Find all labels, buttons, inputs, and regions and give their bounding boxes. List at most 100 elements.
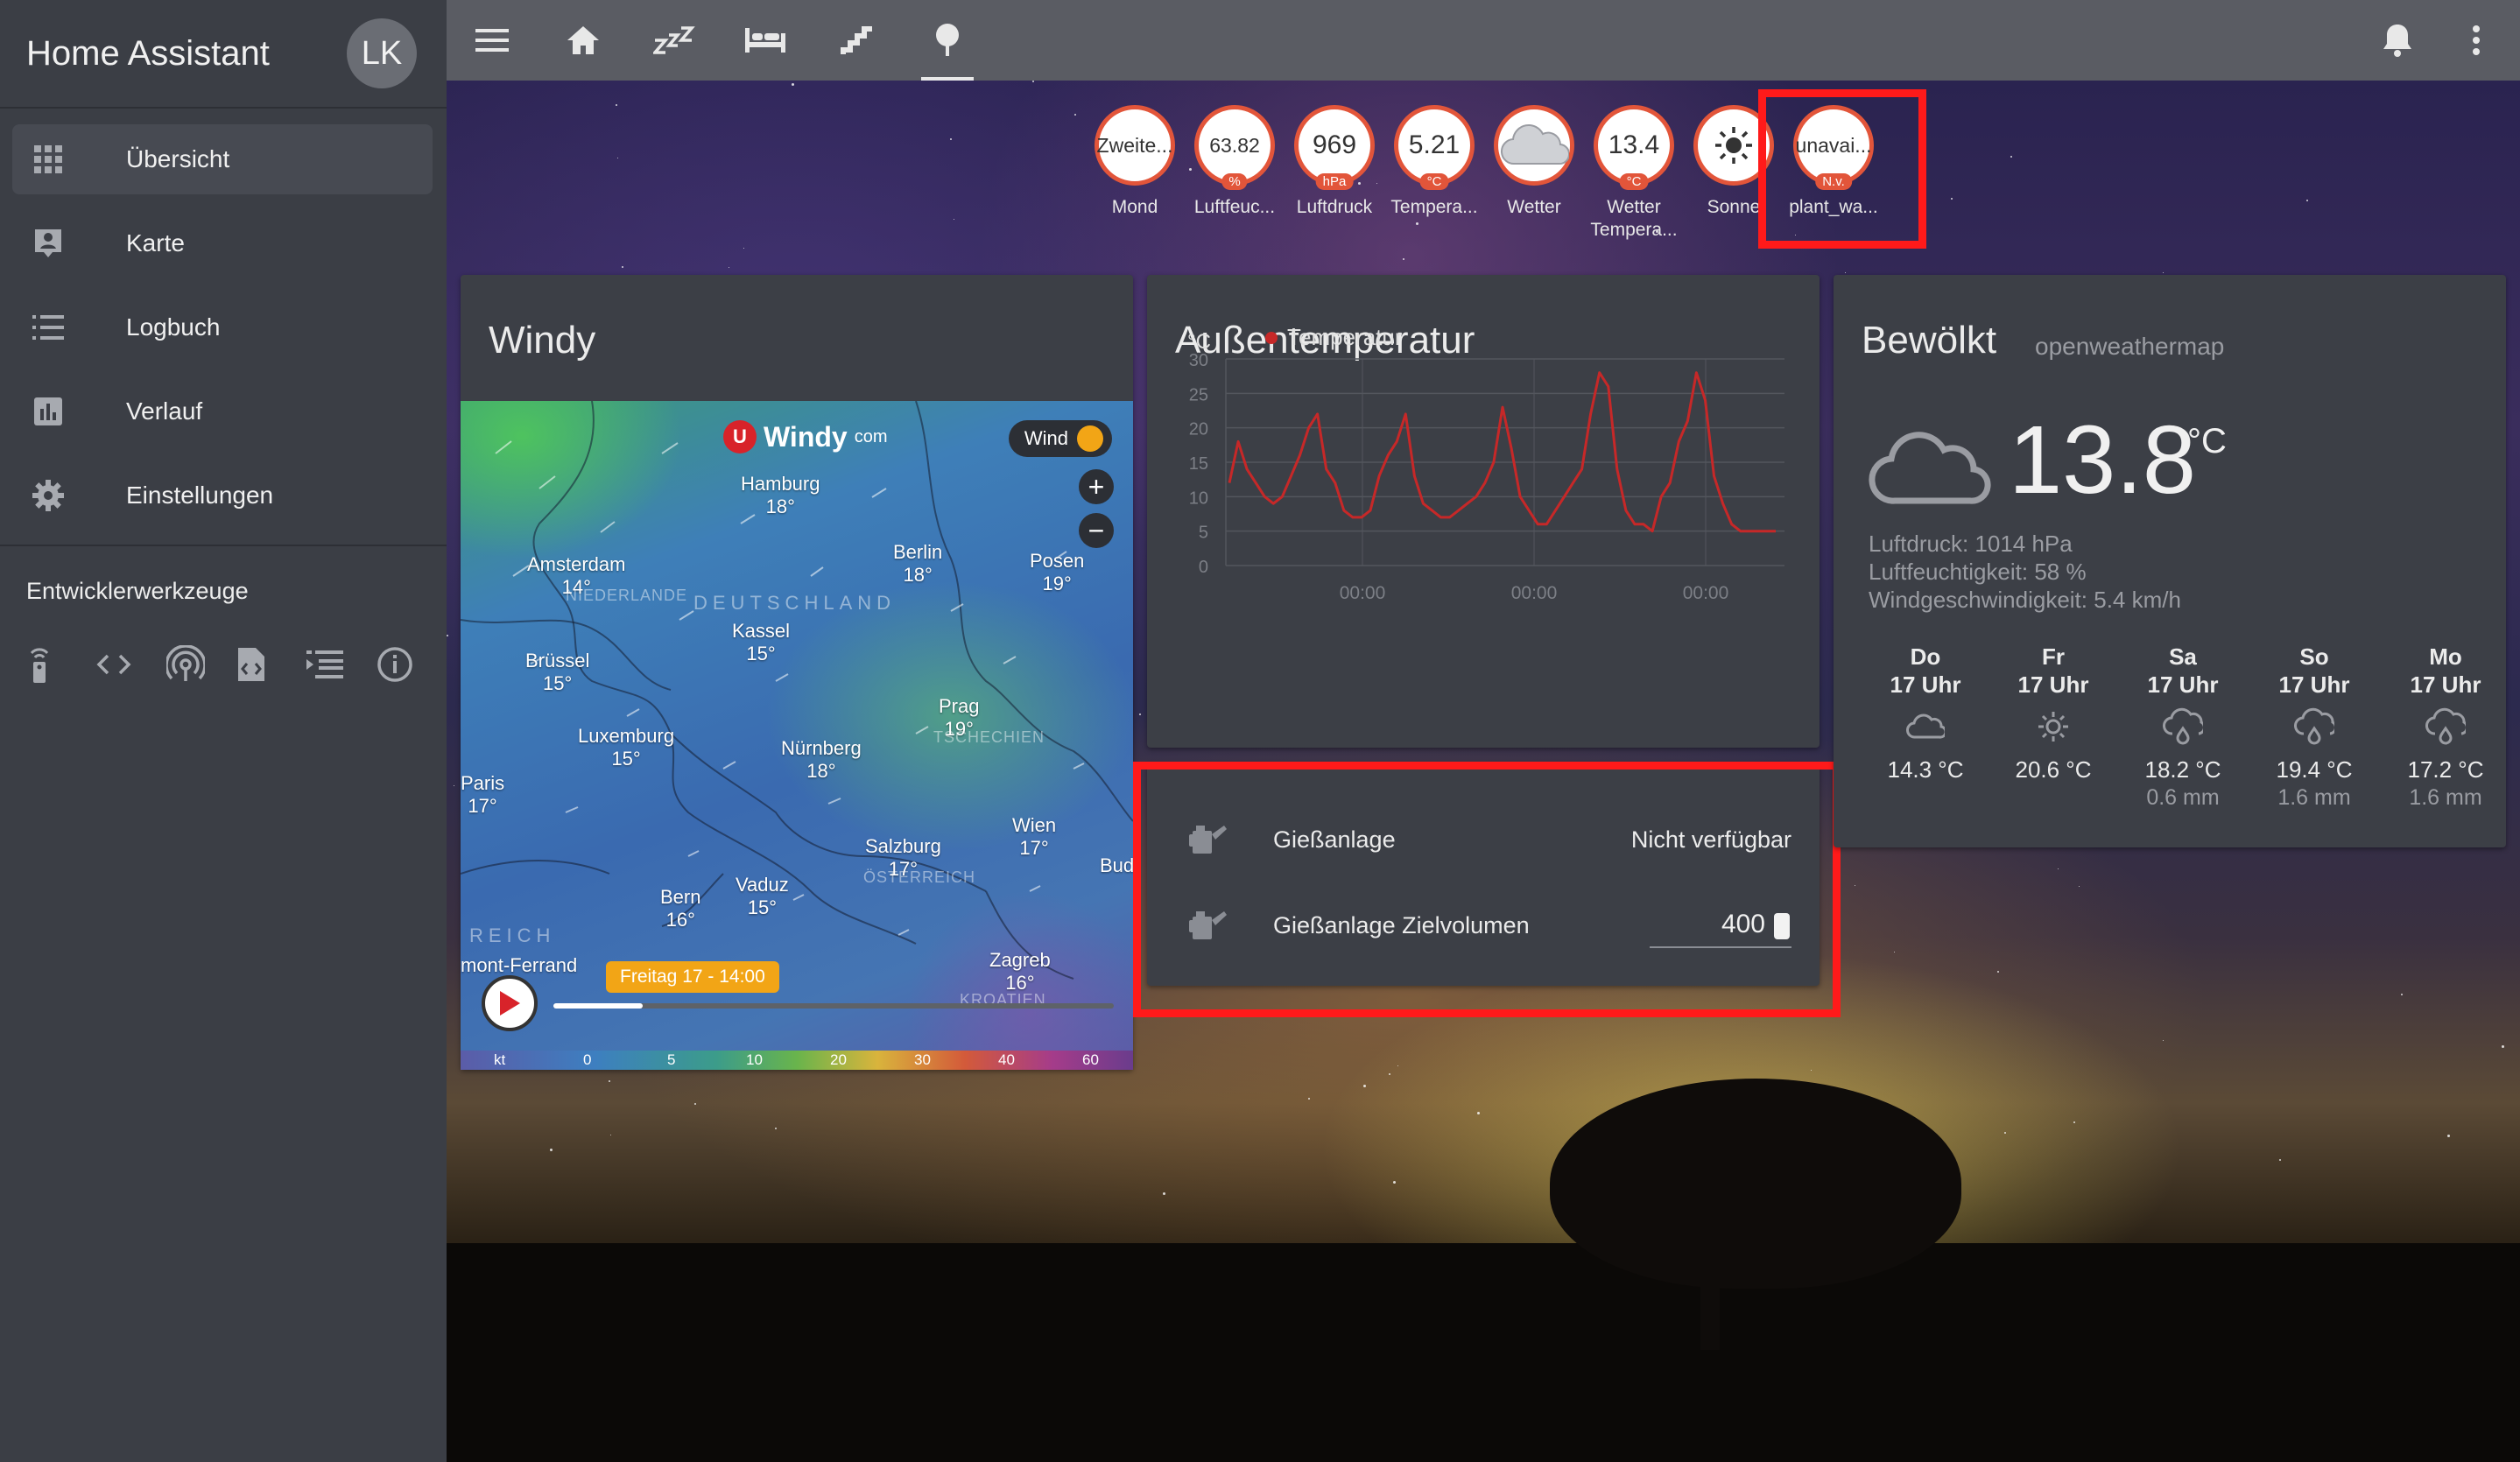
sidebar-item-label: Logbuch — [126, 313, 221, 341]
star — [609, 1080, 610, 1082]
remote-icon[interactable] — [26, 640, 96, 689]
badge-label: Wetter — [1507, 197, 1561, 217]
sidebar-item-uebersicht[interactable]: Übersicht — [12, 124, 433, 194]
sidebar-item-label: Übersicht — [126, 145, 230, 172]
star — [1389, 1073, 1390, 1075]
badge-wetter[interactable]: Wetter — [1494, 105, 1574, 242]
weather-card[interactable]: Bewölkt openweathermap 13.8 °C Luftdruck… — [1834, 275, 2506, 847]
forecast-temp: 19.4 °C — [2276, 756, 2353, 783]
play-icon — [500, 991, 520, 1016]
bed-icon[interactable] — [720, 0, 811, 81]
map-city: Hamburg 18° — [741, 473, 820, 517]
forecast-day: Mo 17 Uhr 17.2 °C 1.6 mm — [2380, 643, 2511, 811]
forecast-precip: 0.6 mm — [2146, 785, 2220, 810]
file-code-icon[interactable] — [236, 640, 306, 689]
temperature-line — [1228, 371, 1776, 533]
star — [2502, 1045, 2504, 1048]
star — [2058, 868, 2059, 869]
zoom-out-button[interactable]: − — [1079, 513, 1114, 548]
star — [2447, 1135, 2450, 1137]
badge-value: 5.21 °C — [1394, 105, 1475, 190]
cloud-icon — [1500, 124, 1569, 165]
badge-temperatur[interactable]: 5.21 °C Tempera... — [1390, 105, 1478, 242]
badge-value: 13.4 °C — [1594, 105, 1674, 190]
star — [1997, 971, 1999, 973]
legend-label: Temperatur — [1287, 324, 1403, 350]
badge-mond[interactable]: Zweite... Mond — [1095, 105, 1175, 242]
star — [616, 104, 617, 106]
badge-luftdruck[interactable]: 969 hPa Luftdruck — [1294, 105, 1375, 242]
star — [775, 1128, 777, 1129]
broadcast-icon[interactable] — [166, 640, 236, 689]
sidebar-item-verlauf[interactable]: Verlauf — [12, 376, 433, 446]
top-bar — [447, 0, 2520, 81]
star — [1393, 1181, 1396, 1184]
timeline-slider[interactable] — [553, 1003, 1114, 1009]
windy-map[interactable]: U Windy com Wind + − Hamburg 18° Amsterdam 1… — [461, 401, 1133, 1070]
app-title: Home Assistant — [26, 33, 270, 73]
tree-icon[interactable] — [902, 0, 993, 81]
stairs-icon[interactable] — [811, 0, 902, 81]
windy-title: Windy — [489, 319, 596, 362]
play-button[interactable] — [482, 975, 538, 1031]
weather-attribute: Windgeschwindigkeit: 5.4 km/h — [1869, 587, 2181, 613]
info-icon[interactable] — [377, 640, 447, 689]
y-tick-label: 5 — [1199, 524, 1208, 543]
windy-logo-icon: U — [723, 420, 757, 453]
forecast-temp: 14.3 °C — [1887, 756, 1964, 783]
code-icon[interactable] — [96, 640, 166, 689]
star — [550, 1149, 553, 1151]
sidebar-header: Home Assistant LK — [0, 0, 447, 109]
map-city: Posen 19° — [1030, 550, 1085, 594]
star — [2079, 886, 2080, 887]
layer-selector[interactable]: Wind — [1008, 420, 1112, 457]
forecast-weekday: Sa — [2169, 643, 2197, 670]
map-account-icon — [32, 227, 65, 260]
map-city: Berlin 18° — [893, 541, 943, 586]
forecast-time: 17 Uhr — [1890, 671, 1961, 698]
menu-icon[interactable] — [447, 0, 538, 81]
y-tick-label: 25 — [1189, 385, 1208, 404]
star — [950, 138, 952, 140]
star — [1074, 114, 1076, 116]
scale-tick: 40 — [998, 1051, 1015, 1068]
map-region: NIEDERLANDE — [566, 587, 688, 604]
badge-value: Zweite... — [1095, 105, 1175, 186]
scale-label: kt — [494, 1051, 506, 1068]
grid-icon — [32, 143, 65, 176]
more-vert-icon[interactable] — [2450, 0, 2502, 81]
cloud-icon — [1906, 713, 1945, 739]
star — [1477, 1112, 1480, 1114]
star — [2163, 272, 2164, 273]
badge-luftfeuchtigkeit[interactable]: 63.82% Luftfeuc... — [1194, 105, 1275, 242]
star — [1139, 713, 1141, 715]
windy-logo[interactable]: U Windy com — [723, 420, 888, 453]
rain-icon — [2425, 707, 2466, 745]
y-tick-label: 15 — [1189, 454, 1208, 474]
star — [2306, 200, 2308, 201]
sleep-icon[interactable] — [629, 0, 720, 81]
zoom-in-button[interactable]: + — [1079, 469, 1114, 504]
avatar[interactable]: LK — [347, 18, 417, 88]
badge-value — [1494, 105, 1574, 186]
bell-icon[interactable] — [2352, 0, 2443, 81]
star — [1951, 198, 1953, 200]
home-icon[interactable] — [538, 0, 629, 81]
sidebar-item-karte[interactable]: Karte — [12, 208, 433, 278]
star — [2004, 1132, 2006, 1134]
sidebar-item-einstellungen[interactable]: Einstellungen — [12, 460, 433, 531]
forecast-precip: 1.6 mm — [2277, 785, 2351, 810]
forecast-temp: 17.2 °C — [2407, 756, 2484, 783]
layer-label: Wind — [1024, 427, 1068, 449]
sidebar-item-logbuch[interactable]: Logbuch — [12, 292, 433, 362]
x-tick-label: 00:00 — [1340, 583, 1386, 603]
temperature-chart[interactable]: °C Temperatur 0 5 10 15 20 25 30 00:00 00:00 00:00 — [1147, 275, 1820, 748]
forecast-day: Sa 17 Uhr 18.2 °C 0.6 mm — [2117, 643, 2249, 811]
weather-source: openweathermap — [2035, 333, 2225, 360]
badge-wetter-temperatur[interactable]: 13.4 °C Wetter Tempera... — [1590, 105, 1678, 242]
forecast-weekday: Fr — [2042, 643, 2065, 670]
forecast-time: 17 Uhr — [2278, 671, 2350, 698]
badge-unit: °C — [1619, 173, 1649, 190]
template-icon[interactable] — [306, 640, 377, 689]
rain-icon — [2163, 707, 2203, 745]
